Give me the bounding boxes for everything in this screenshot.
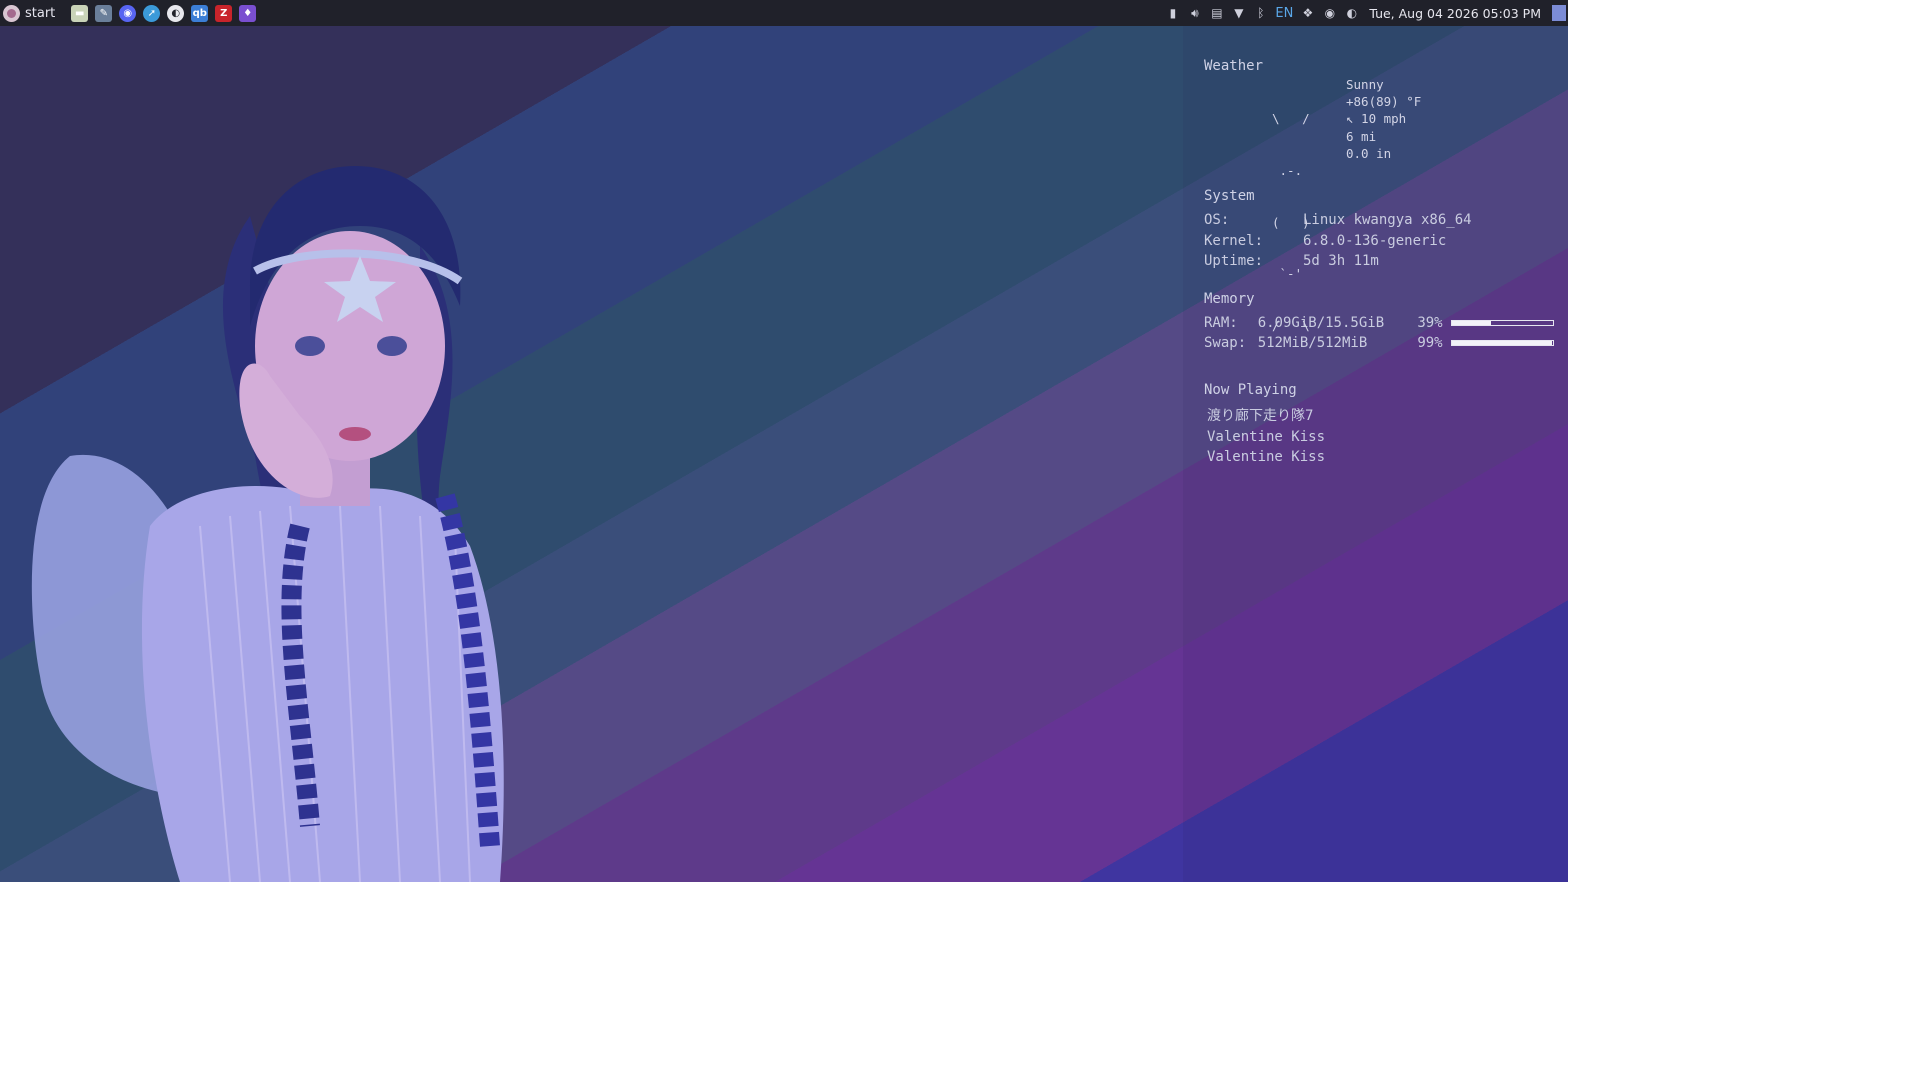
weather-precipitation: 0.0 in <box>1346 145 1392 161</box>
weather-ascii-art: \ / .-. ( ) `-' / \ <box>1272 111 1310 333</box>
weather-values: Sunny +86(89) °F ↖ 10 mph 6 mi 0.0 in <box>1346 76 1421 162</box>
swap-row: Swap: 512MiB/512MiB 99% <box>1204 333 1555 354</box>
weather-wind: ↖ 10 mph <box>1346 111 1407 127</box>
file-manager-icon[interactable]: ▬ <box>71 4 89 22</box>
memory-section: Memory RAM: 6.09GiB/15.5GiB 39% Swap: 51… <box>1204 290 1555 354</box>
weather-condition: Sunny <box>1346 77 1384 92</box>
browser-icon[interactable]: ➚ <box>143 4 161 22</box>
wallpaper-figure-illustration <box>31 166 504 882</box>
conky-system-monitor: Weather \ / .-. ( ) `-' / \ Sunny +86(89… <box>1204 58 1555 468</box>
now-playing-section: Now Playing 渡り廊下走り隊7 Valentine Kiss Vale… <box>1204 380 1554 468</box>
bluetooth-icon[interactable]: ᛒ <box>1253 6 1268 21</box>
vpn-icon[interactable]: ♦ <box>239 4 257 22</box>
now-playing-title: Valentine Kiss <box>1207 449 1326 465</box>
ram-percent: 39% <box>1417 314 1443 331</box>
weather-temperature: +86(89) °F <box>1346 94 1422 110</box>
swap-label: Swap: <box>1204 335 1247 351</box>
ram-usage-bar <box>1450 319 1555 326</box>
quick-launch-bar: ▬ ✎ ◉ ➚ ◐ qb Z ♦ <box>71 4 257 22</box>
start-logo-icon <box>3 4 20 22</box>
clipboard-icon[interactable]: ▤ <box>1209 6 1224 21</box>
start-label: start <box>25 5 56 21</box>
os-value: Linux kwangya x86_64 <box>1303 212 1472 228</box>
now-playing-artist: 渡り廊下走り隊7 <box>1207 408 1314 424</box>
now-playing-header: Now Playing <box>1204 381 1297 398</box>
swap-usage-fill <box>1451 341 1552 345</box>
ram-label: RAM: <box>1204 314 1238 331</box>
clock[interactable]: Tue, Aug 04 2026 05:03 PM <box>1369 6 1541 21</box>
swap-percent: 99% <box>1417 335 1443 351</box>
discord-tray-icon[interactable]: ◉ <box>1322 6 1337 21</box>
filezilla-icon[interactable]: Z <box>215 4 233 22</box>
steam-icon[interactable]: ◐ <box>167 4 185 22</box>
kernel-value: 6.8.0-136-generic <box>1303 232 1447 249</box>
kernel-row: Kernel: 6.8.0-136-generic <box>1204 231 1554 252</box>
weather-section: Weather \ / .-. ( ) `-' / \ Sunny +86(89… <box>1204 58 1554 333</box>
memory-header: Memory <box>1204 290 1255 307</box>
os-row: OS: Linux kwangya x86_64 <box>1204 210 1554 231</box>
taskbar: start ▬ ✎ ◉ ➚ ◐ qb Z ♦ ▮ 🔊︎ ▤ ▼ ᛒ EN ❖ ◉ ◐ Tue,… <box>0 0 1568 26</box>
ram-usage-fill <box>1451 320 1492 325</box>
qbittorrent-icon[interactable]: qb <box>191 4 209 22</box>
volume-icon[interactable]: 🔊︎ <box>1187 6 1202 21</box>
steam-tray-icon[interactable]: ◐ <box>1344 6 1359 21</box>
system-tray: ▮ 🔊︎ ▤ ▼ ᛒ EN ❖ ◉ ◐ Tue, Aug 04 2026 05:… <box>1165 5 1568 21</box>
notification-icon[interactable]: ❖ <box>1300 6 1315 21</box>
show-desktop-button[interactable] <box>1552 5 1566 21</box>
text-editor-icon[interactable]: ✎ <box>95 4 113 22</box>
keyboard-layout-indicator[interactable]: EN <box>1275 6 1293 21</box>
weather-visibility: 6 mi <box>1346 128 1377 144</box>
system-section: System OS: Linux kwangya x86_64 Kernel: … <box>1204 188 1554 272</box>
system-header: System <box>1204 188 1255 204</box>
wifi-icon[interactable]: ▼ <box>1231 6 1246 21</box>
discord-icon[interactable]: ◉ <box>119 4 137 22</box>
start-menu-button[interactable]: start <box>0 4 61 22</box>
swap-usage-bar <box>1450 340 1555 346</box>
removable-drive-icon[interactable]: ▮ <box>1165 6 1180 21</box>
ram-row: RAM: 6.09GiB/15.5GiB 39% <box>1204 313 1555 334</box>
now-playing-album: Valentine Kiss <box>1207 428 1326 445</box>
weather-header: Weather <box>1204 58 1264 74</box>
uptime-row: Uptime: 5d 3h 11m <box>1204 251 1554 272</box>
